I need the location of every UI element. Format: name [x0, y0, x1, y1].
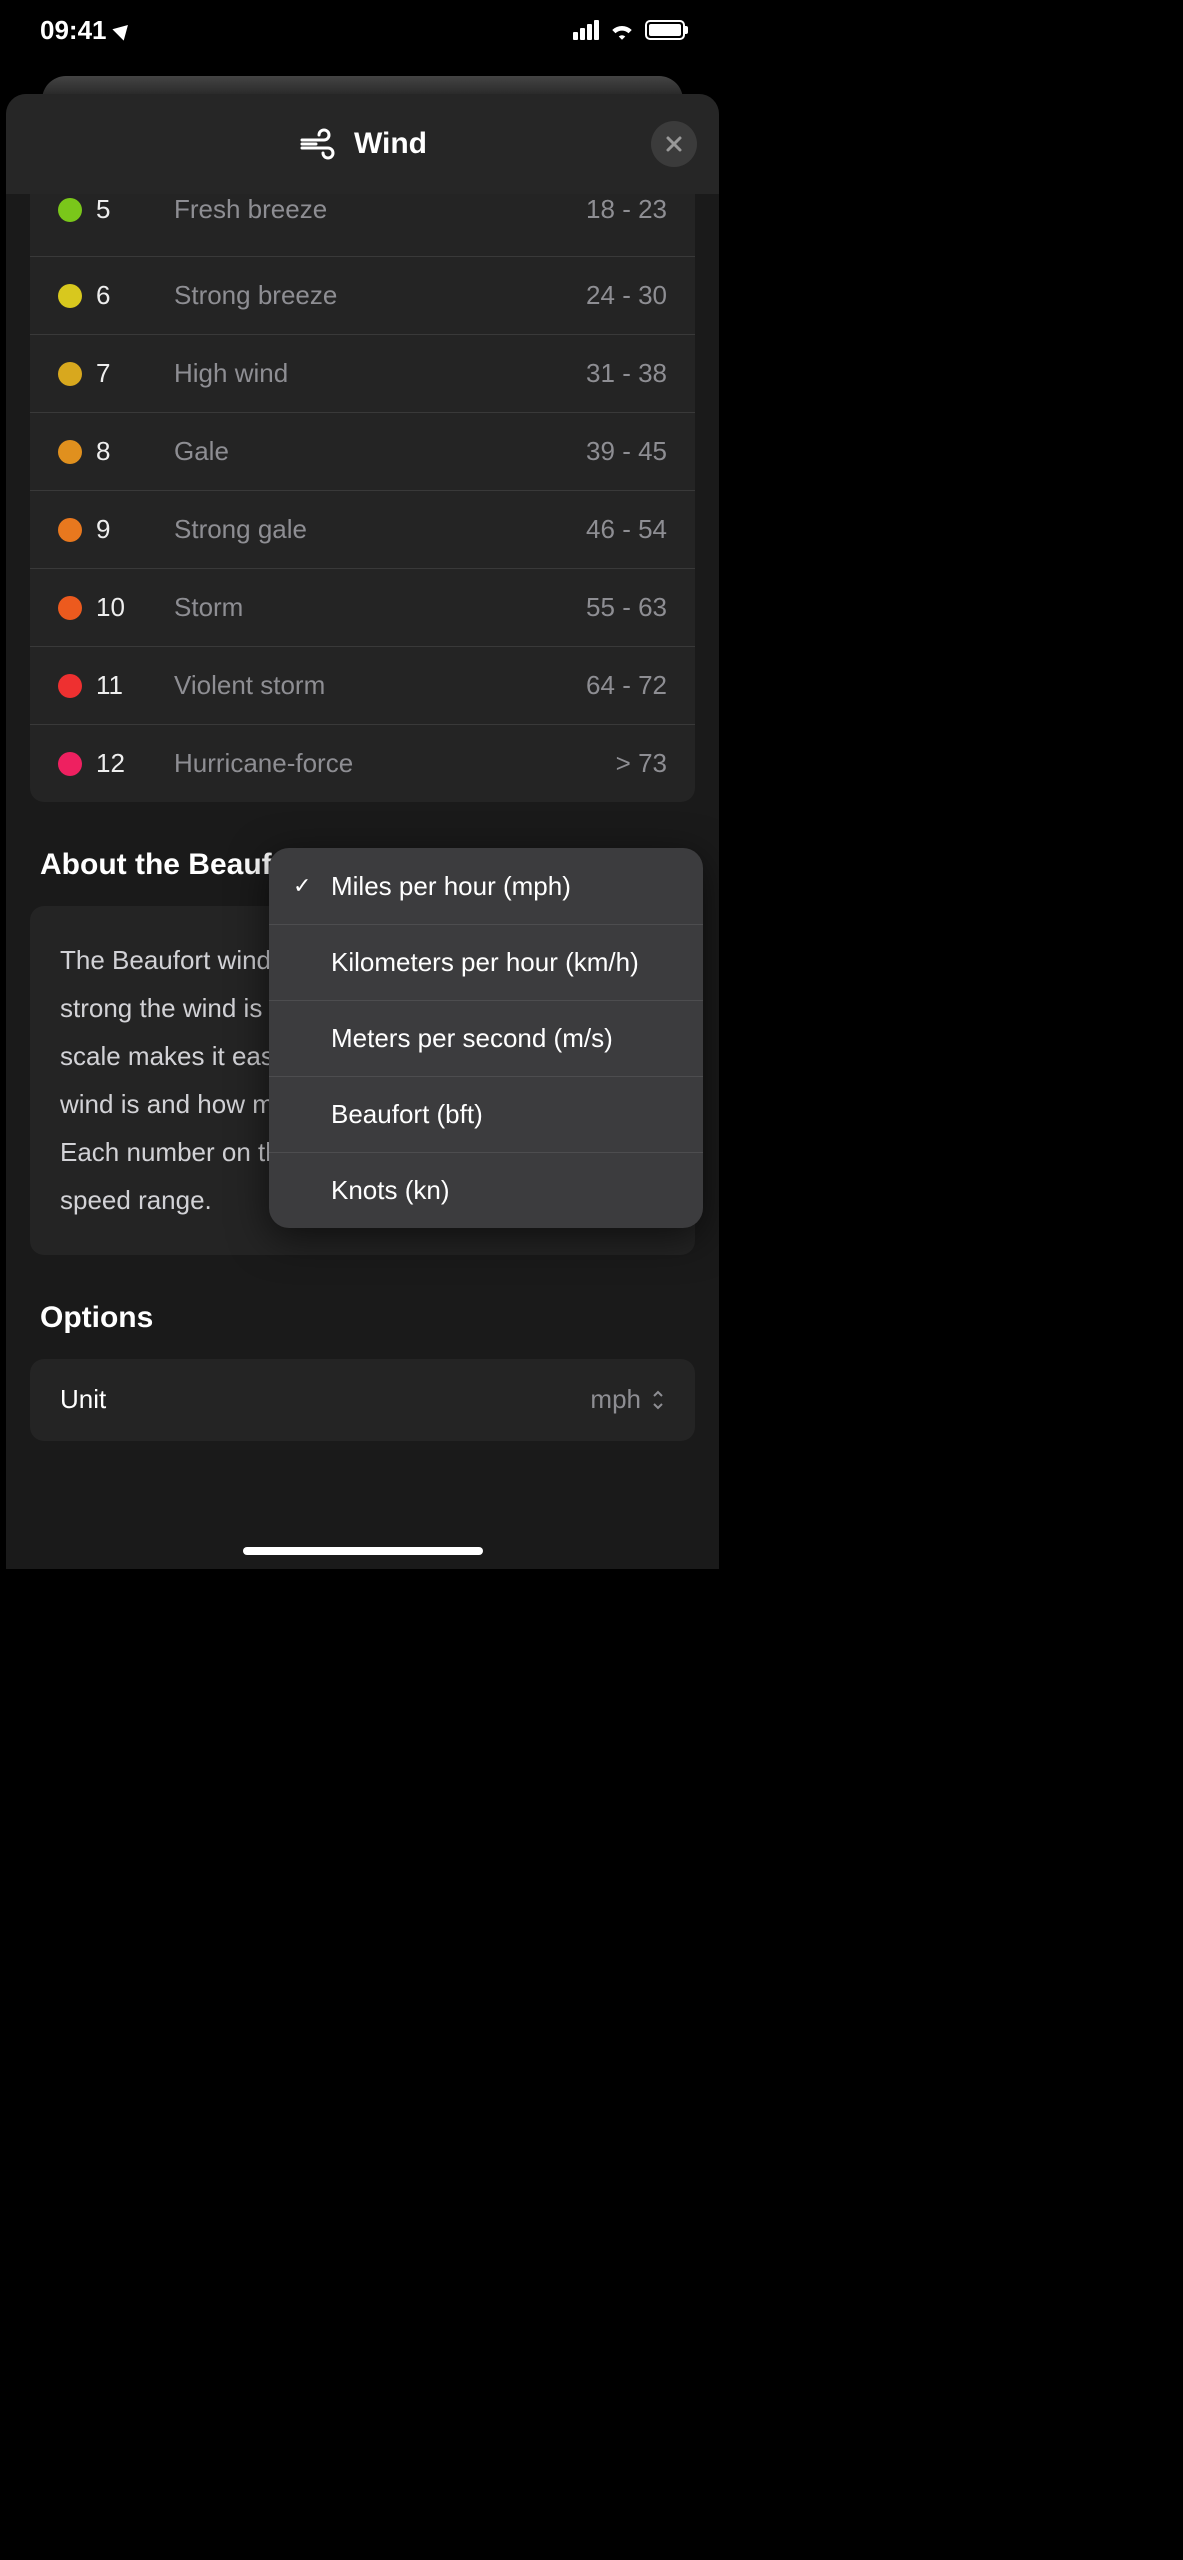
scale-range: 64 - 72 [586, 670, 667, 701]
cellular-icon [573, 20, 599, 40]
severity-dot [58, 596, 82, 620]
unit-menu-item[interactable]: Kilometers per hour (km/h) [269, 924, 703, 1000]
table-row: 12 Hurricane-force> 73 [30, 724, 695, 802]
table-row: 9 Strong gale46 - 54 [30, 490, 695, 568]
severity-dot [58, 752, 82, 776]
unit-popup-menu: ✓ Miles per hour (mph) Kilometers per hour… [269, 848, 703, 1228]
severity-dot [58, 518, 82, 542]
updown-icon [651, 1389, 665, 1411]
scale-range: 18 - 23 [586, 194, 667, 225]
severity-dot [58, 440, 82, 464]
scale-name: Hurricane-force [174, 748, 616, 779]
table-row: 7 High wind31 - 38 [30, 334, 695, 412]
scale-name: Strong breeze [174, 280, 586, 311]
scale-number: 6 [96, 280, 138, 311]
severity-dot [58, 198, 82, 222]
unit-value-group: mph [590, 1384, 665, 1415]
wifi-icon [609, 20, 635, 40]
scale-number: 8 [96, 436, 138, 467]
checkmark-icon: ✓ [293, 871, 323, 902]
scale-range: 24 - 30 [586, 280, 667, 311]
beaufort-table: 5 Fresh breeze18 - 23 6 Strong breeze24 - 3… [30, 194, 695, 802]
sheet-content: 5 Fresh breeze18 - 23 6 Strong breeze24 - 3… [6, 194, 719, 1441]
battery-icon [645, 20, 685, 40]
close-button[interactable] [651, 121, 697, 167]
unit-menu-label: Beaufort (bft) [331, 1096, 483, 1132]
severity-dot [58, 674, 82, 698]
scale-range: > 73 [616, 748, 667, 779]
unit-menu-label: Kilometers per hour (km/h) [331, 944, 639, 980]
severity-dot [58, 284, 82, 308]
scale-range: 31 - 38 [586, 358, 667, 389]
scale-name: Strong gale [174, 514, 586, 545]
wind-sheet: Wind 5 Fresh breeze18 - 23 6 Strong breeze2… [6, 94, 719, 1569]
status-indicators [573, 20, 685, 40]
scale-name: Violent storm [174, 670, 586, 701]
severity-dot [58, 362, 82, 386]
status-bar: 09:41 [0, 0, 725, 60]
table-row: 5 Fresh breeze18 - 23 [30, 194, 695, 256]
unit-menu-item[interactable]: ✓ Miles per hour (mph) [269, 848, 703, 924]
scale-range: 46 - 54 [586, 514, 667, 545]
home-indicator[interactable] [243, 1547, 483, 1555]
unit-menu-item[interactable]: Beaufort (bft) [269, 1076, 703, 1152]
unit-menu-label: Knots (kn) [331, 1172, 450, 1208]
scale-number: 10 [96, 592, 138, 623]
scale-range: 55 - 63 [586, 592, 667, 623]
wind-icon [298, 128, 340, 160]
scale-number: 12 [96, 748, 138, 779]
scale-number: 9 [96, 514, 138, 545]
table-row: 11 Violent storm64 - 72 [30, 646, 695, 724]
scale-name: Gale [174, 436, 586, 467]
location-icon [112, 19, 133, 40]
status-time: 09:41 [40, 15, 107, 46]
table-row: 6 Strong breeze24 - 30 [30, 256, 695, 334]
unit-menu-item[interactable]: Knots (kn) [269, 1152, 703, 1228]
unit-menu-label: Miles per hour (mph) [331, 868, 571, 904]
scale-name: Fresh breeze [174, 194, 586, 225]
unit-menu-item[interactable]: Meters per second (m/s) [269, 1000, 703, 1076]
unit-label: Unit [60, 1384, 590, 1415]
table-row: 10 Storm55 - 63 [30, 568, 695, 646]
table-row: 8 Gale39 - 45 [30, 412, 695, 490]
scale-number: 5 [96, 194, 138, 225]
options-heading: Options [40, 1301, 719, 1335]
scale-number: 11 [96, 670, 138, 701]
sheet-header: Wind [6, 94, 719, 194]
status-time-group: 09:41 [40, 15, 131, 46]
unit-row[interactable]: Unit mph [30, 1359, 695, 1441]
sheet-title-group: Wind [298, 127, 427, 161]
scale-number: 7 [96, 358, 138, 389]
scale-range: 39 - 45 [586, 436, 667, 467]
scale-name: High wind [174, 358, 586, 389]
scale-name: Storm [174, 592, 586, 623]
unit-menu-label: Meters per second (m/s) [331, 1020, 613, 1056]
unit-value: mph [590, 1384, 641, 1415]
sheet-title: Wind [354, 127, 427, 161]
